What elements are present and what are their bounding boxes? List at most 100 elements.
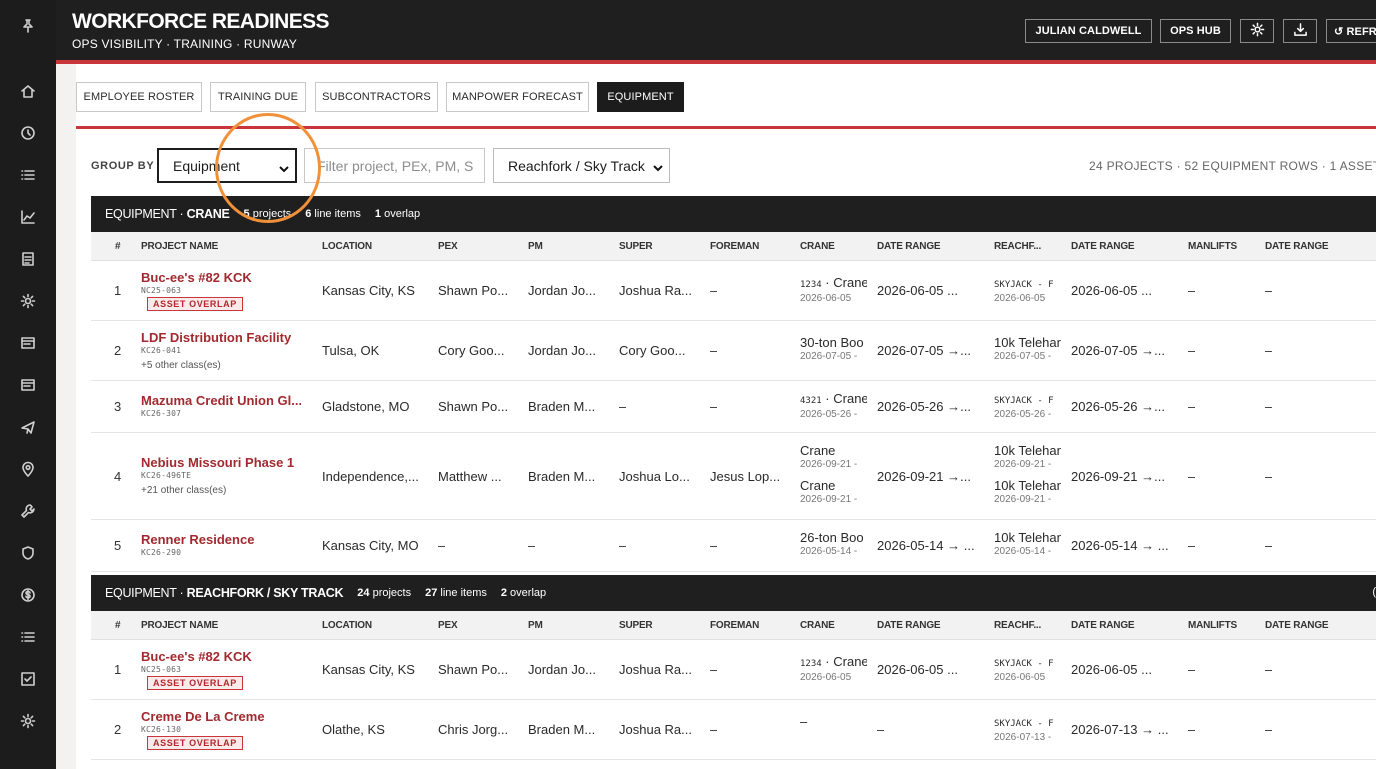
project-name-link[interactable]: Nebius Missouri Phase 1 (141, 455, 294, 470)
tab-manpower-forecast[interactable]: MANPOWER FORECAST (446, 82, 589, 112)
pin-icon[interactable] (0, 0, 56, 52)
table-row[interactable]: 5 Renner Residence KC26-290 Kansas City, MO… (91, 520, 1376, 572)
table-row[interactable]: 1 Buc-ee's #82 KCK NC25-063 ASSET OVERLAP Ka… (91, 640, 1376, 700)
row-number: 5 (114, 538, 122, 553)
group-overlap-count-label: overlap (381, 208, 421, 220)
download-button[interactable] (1283, 19, 1317, 43)
crane-date-range: 2026-05-26 →... (877, 399, 971, 414)
group-header[interactable]: EQUIPMENT · REACHFORK / SKY TRACK 24 proj… (91, 575, 1376, 611)
table-row[interactable]: 2 LDF Distribution Facility KC26-041 +5 oth… (91, 321, 1376, 381)
column-header[interactable]: FOREMAN (710, 620, 759, 631)
reach-item-date: 2026-06-05 (994, 671, 1046, 683)
checkbox-icon[interactable] (0, 664, 56, 694)
column-header[interactable]: DATE RANGE (877, 241, 941, 252)
table-row[interactable]: 4 Nebius Missouri Phase 1 KC26-496TE +21 ot… (91, 433, 1376, 520)
reach-item-label: 10k Telehan (994, 335, 1061, 350)
manlifts-date-range: – (1265, 399, 1273, 414)
group-overlap-count: 1 overlap (375, 208, 420, 220)
crane-item-date: 2026-05-14 - (800, 545, 858, 557)
tab-equipment[interactable]: EQUIPMENT (597, 82, 684, 112)
project-name-link[interactable]: Renner Residence (141, 532, 254, 547)
reach-item: 10k Telehan 2026-09-21 - (994, 479, 1061, 506)
equipment-class-select[interactable]: Reachfork / Sky Track (493, 148, 670, 183)
group-projects-count-label: projects (369, 587, 412, 599)
column-header[interactable]: MANLIFTS (1188, 620, 1237, 631)
ops-hub-button[interactable]: OPS HUB (1160, 19, 1231, 43)
location-pin-icon[interactable] (0, 454, 56, 484)
column-header[interactable]: PM (528, 620, 543, 631)
column-header[interactable]: DATE RANGE (1265, 620, 1329, 631)
column-header[interactable]: LOCATION (322, 241, 372, 252)
crane-item-label: 26-ton Boo (800, 530, 864, 545)
column-header[interactable]: CRANE (800, 620, 835, 631)
card-icon[interactable] (0, 370, 56, 400)
asset-type: · Crane (821, 654, 867, 669)
group-line-items-count: 27 line items (425, 587, 487, 599)
column-header[interactable]: DATE RANGE (1265, 241, 1329, 252)
gear-icon[interactable] (0, 286, 56, 316)
column-header[interactable]: CRANE (800, 241, 835, 252)
list-icon[interactable] (0, 622, 56, 652)
reach-item-label: 10k Telehan (994, 478, 1061, 493)
home-icon[interactable] (0, 76, 56, 106)
tab-employee-roster[interactable]: EMPLOYEE ROSTER (76, 82, 202, 112)
column-header[interactable]: LOCATION (322, 620, 372, 631)
reach-date-range: 2026-07-05 →... (1071, 343, 1165, 358)
dollar-icon[interactable] (0, 580, 56, 610)
project-name-link[interactable]: LDF Distribution Facility (141, 330, 291, 345)
wrench-icon[interactable] (0, 496, 56, 526)
settings-button[interactable] (1240, 19, 1274, 43)
row-number: 2 (114, 722, 122, 737)
shield-icon[interactable] (0, 538, 56, 568)
column-header[interactable]: DATE RANGE (877, 620, 941, 631)
project-name-link[interactable]: Creme De La Creme (141, 709, 265, 724)
card-icon[interactable] (0, 328, 56, 358)
asset-id: 1234 (800, 279, 822, 290)
equipment-class-value: Reachfork / Sky Track (508, 157, 645, 174)
list-icon[interactable] (0, 160, 56, 190)
column-header[interactable]: PEX (438, 620, 458, 631)
manlifts-cell: – (1188, 722, 1196, 737)
column-header[interactable]: PROJECT NAME (141, 620, 218, 631)
user-button[interactable]: JULIAN CALDWELL (1025, 19, 1152, 43)
column-header[interactable]: # (115, 241, 121, 252)
clock-icon[interactable] (0, 118, 56, 148)
column-header[interactable]: PEX (438, 241, 458, 252)
column-header[interactable]: FOREMAN (710, 241, 759, 252)
megaphone-icon[interactable] (0, 412, 56, 442)
foreman-cell: – (710, 538, 718, 553)
group-by-select[interactable]: Equipment (157, 148, 297, 183)
group-line-items-count-value: 27 (425, 587, 438, 599)
column-header[interactable]: PM (528, 241, 543, 252)
refresh-button[interactable]: ↺ REFR (1326, 19, 1376, 43)
project-name-link[interactable]: Buc-ee's #82 KCK (141, 270, 252, 285)
group-header[interactable]: EQUIPMENT · CRANE 5 projects 6 line items 1… (91, 196, 1376, 232)
download-icon (1293, 22, 1308, 40)
tab-training-due[interactable]: TRAINING DUE (210, 82, 306, 112)
column-header[interactable]: DATE RANGE (1071, 620, 1135, 631)
group-header-extra: ( (1372, 586, 1376, 598)
column-header[interactable]: # (115, 620, 121, 631)
table-row[interactable]: 1 Buc-ee's #82 KCK NC25-063 ASSET OVERLAP Ka… (91, 261, 1376, 321)
column-header[interactable]: DATE RANGE (1071, 241, 1135, 252)
column-header[interactable]: MANLIFTS (1188, 241, 1237, 252)
sidebar (0, 0, 56, 769)
chart-icon[interactable] (0, 202, 56, 232)
filter-input[interactable] (304, 148, 485, 183)
column-header[interactable]: PROJECT NAME (141, 241, 218, 252)
document-icon[interactable] (0, 244, 56, 274)
tab-subcontractors[interactable]: SUBCONTRACTORS (315, 82, 438, 112)
column-header[interactable]: SUPER (619, 241, 653, 252)
table-row[interactable]: 3 Mazuma Credit Union Gl... KC26-307 Gladst… (91, 381, 1376, 433)
column-header[interactable]: SUPER (619, 620, 653, 631)
project-name-link[interactable]: Mazuma Credit Union Gl... (141, 393, 301, 408)
table-row[interactable]: 2 Creme De La Creme KC26-130 ASSET OVERLAP O… (91, 700, 1376, 760)
reach-item: 10k Telehan 2026-07-05 - (994, 336, 1061, 363)
asset-type: · Crane (821, 391, 867, 406)
project-name-link[interactable]: Buc-ee's #82 KCK (141, 649, 252, 664)
manlifts-date-range: – (1265, 722, 1273, 737)
super-cell: Joshua Ra... (619, 722, 692, 737)
column-header[interactable]: REACHF... (994, 241, 1041, 252)
gear-icon[interactable] (0, 706, 56, 736)
column-header[interactable]: REACHF... (994, 620, 1041, 631)
